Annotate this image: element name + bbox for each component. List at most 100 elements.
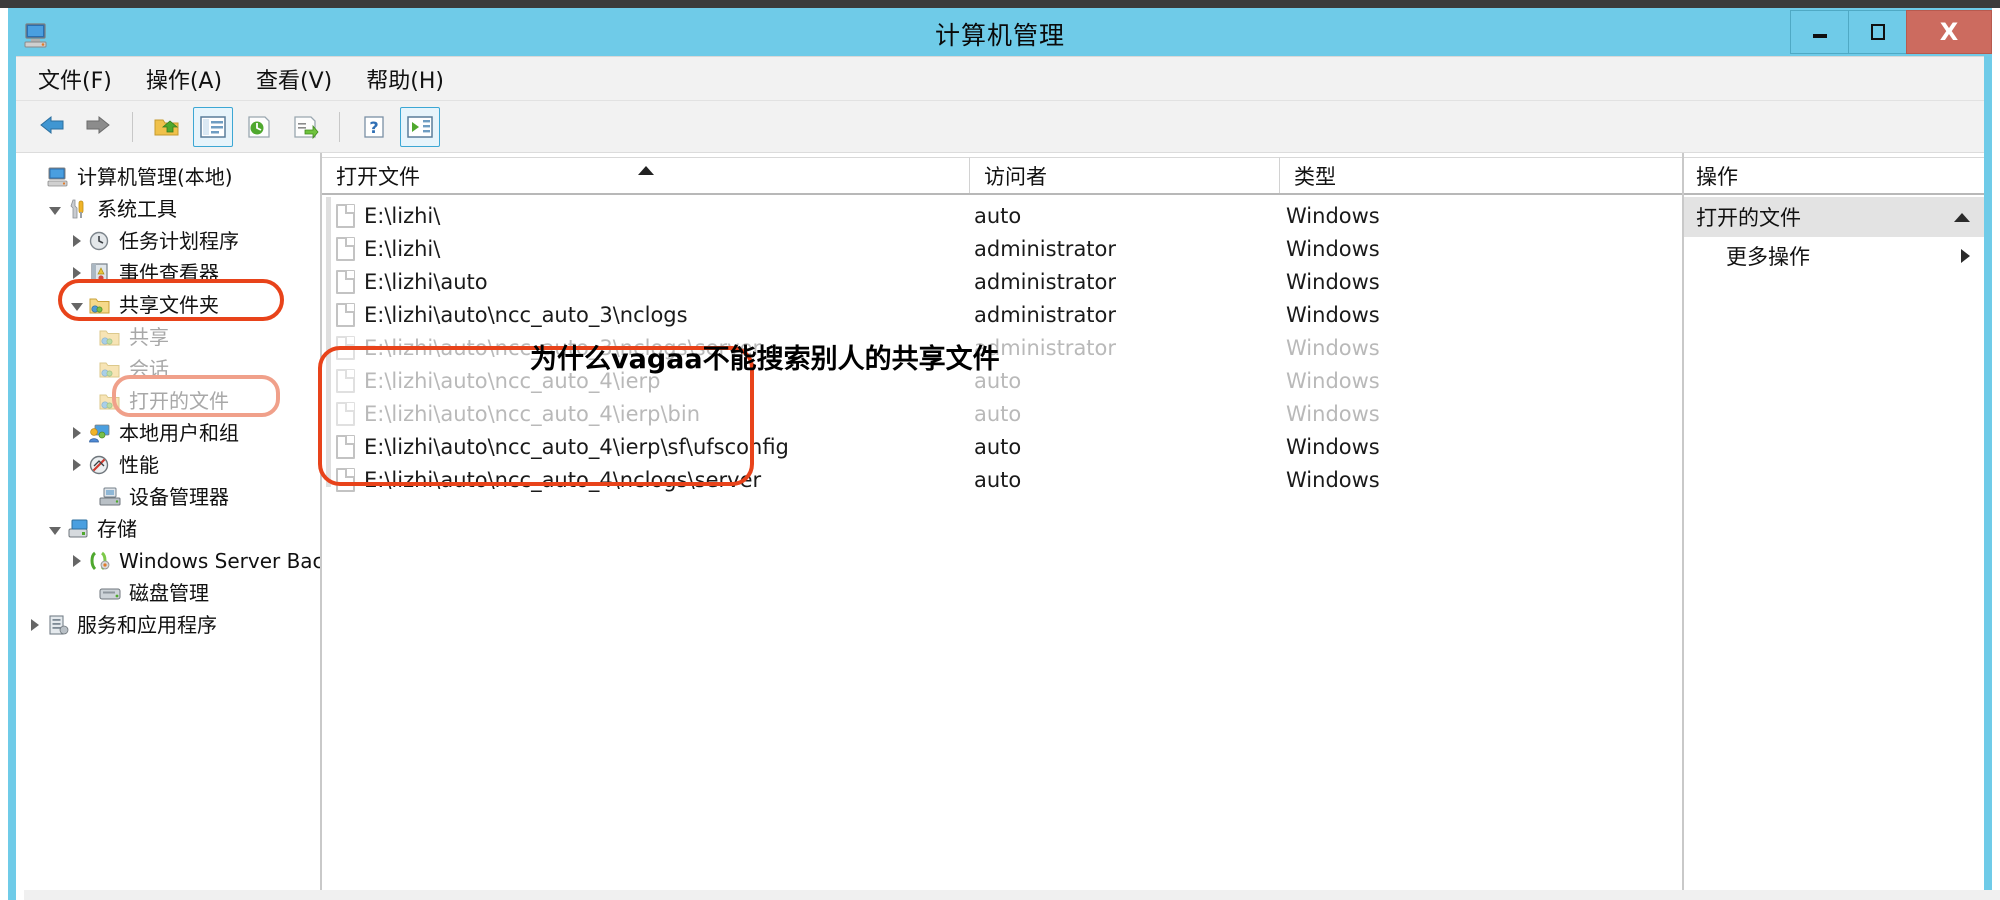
- backup-icon: [88, 550, 112, 572]
- tree-item-windows-server-backup[interactable]: Windows Server Back: [16, 545, 320, 577]
- export-list-icon[interactable]: [285, 107, 325, 147]
- computer-management-window: 计算机管理 X 文件(F) 操作(A) 查看(V) 帮助(H) ? 计算机管理(…: [8, 8, 2000, 900]
- file-icon: [336, 467, 355, 492]
- chevron-down-icon[interactable]: [68, 296, 86, 314]
- horizontal-scrollbar[interactable]: [24, 890, 2000, 900]
- column-header-accessed-by[interactable]: 访问者: [970, 157, 1280, 193]
- back-icon[interactable]: [32, 107, 72, 147]
- menu-help[interactable]: 帮助(H): [366, 63, 444, 95]
- show-hide-tree-icon[interactable]: [193, 106, 233, 147]
- tree-item-label: 共享文件夹: [119, 293, 219, 317]
- disk-icon: [98, 582, 122, 604]
- file-icon: [336, 368, 355, 393]
- file-icon: [336, 401, 355, 426]
- column-header-label: 访问者: [984, 164, 1047, 189]
- tree-item-shared-folders[interactable]: 共享文件夹: [16, 289, 320, 321]
- actions-pane: 操作 打开的文件 更多操作: [1684, 153, 1984, 900]
- file-icon: [336, 335, 355, 360]
- cell-accessed-by: administrator: [974, 236, 1117, 261]
- table-row[interactable]: E:\lizhi\ administrator Windows: [322, 232, 1682, 265]
- cell-open-file: E:\lizhi\: [322, 203, 970, 228]
- tree-item-event-viewer[interactable]: 事件查看器: [16, 257, 320, 289]
- column-header-type[interactable]: 类型: [1280, 157, 1682, 193]
- help-icon[interactable]: ?: [354, 107, 394, 147]
- file-icon: [336, 269, 355, 294]
- chevron-right-icon[interactable]: [68, 456, 86, 474]
- maximize-button[interactable]: [1848, 10, 1906, 54]
- chevron-right-icon[interactable]: [68, 264, 86, 282]
- chevron-right-icon[interactable]: [26, 616, 44, 634]
- toolbar-separator-1: [132, 111, 133, 142]
- menu-bar: 文件(F) 操作(A) 查看(V) 帮助(H): [16, 57, 1984, 101]
- tree-item-computer-management[interactable]: 计算机管理(本地): [16, 161, 320, 193]
- tree-item-sessions[interactable]: 会话: [16, 353, 320, 385]
- cell-accessed-by: auto: [974, 401, 1022, 426]
- cell-text: E:\lizhi\: [364, 203, 441, 228]
- chevron-down-icon[interactable]: [46, 520, 64, 538]
- tree-item-local-users-groups[interactable]: 本地用户和组: [16, 417, 320, 449]
- performance-icon: [88, 454, 112, 476]
- overlay-caption: 为什么vagaa不能搜索别人的共享文件: [530, 344, 1000, 375]
- cell-open-file: E:\lizhi\: [322, 236, 970, 261]
- services-icon: [46, 614, 70, 636]
- cell-type: Windows: [1286, 236, 1380, 261]
- action-more-actions[interactable]: 更多操作: [1684, 237, 1984, 275]
- tree-item-system-tools[interactable]: 系统工具: [16, 193, 320, 225]
- console-tree-pane: 计算机管理(本地) 系统工具 任务计划程序 事件查看器 共享文件夹 共享 会话 …: [16, 153, 322, 900]
- tree-item-performance[interactable]: 性能: [16, 449, 320, 481]
- cell-text: E:\lizhi\auto\ncc_auto_3\nclogs: [364, 302, 688, 327]
- tree-item-storage[interactable]: 存储: [16, 513, 320, 545]
- file-icon: [336, 434, 355, 459]
- chevron-right-icon[interactable]: [68, 232, 86, 250]
- chevron-up-icon[interactable]: [1954, 212, 1970, 222]
- show-action-pane-icon[interactable]: [400, 106, 440, 147]
- minimize-button[interactable]: [1790, 10, 1848, 54]
- tree-item-services-applications[interactable]: 服务和应用程序: [16, 609, 320, 641]
- list-column-headers: 打开文件 访问者 类型: [322, 157, 1682, 195]
- tree-item-task-scheduler[interactable]: 任务计划程序: [16, 225, 320, 257]
- close-button[interactable]: X: [1906, 10, 1992, 54]
- tree-item-device-manager[interactable]: 设备管理器: [16, 481, 320, 513]
- cell-open-file: E:\lizhi\auto: [322, 269, 970, 294]
- device-manager-icon: [98, 486, 122, 508]
- column-header-label: 打开文件: [336, 164, 420, 189]
- cell-accessed-by: auto: [974, 203, 1022, 228]
- table-row[interactable]: E:\lizhi\auto\ncc_auto_4\nclogs\server a…: [322, 463, 1682, 496]
- forward-icon[interactable]: [78, 107, 118, 147]
- table-row[interactable]: E:\lizhi\auto\ncc_auto_4\ierp\sf\ufsconf…: [322, 430, 1682, 463]
- table-row[interactable]: E:\lizhi\auto administrator Windows: [322, 265, 1682, 298]
- refresh-icon[interactable]: [239, 107, 279, 147]
- chevron-right-icon[interactable]: [68, 424, 86, 442]
- menu-view[interactable]: 查看(V): [256, 63, 332, 95]
- shared-folder-icon: [98, 390, 122, 412]
- column-header-open-file[interactable]: 打开文件: [322, 157, 970, 193]
- table-row[interactable]: E:\lizhi\auto\ncc_auto_3\nclogs\server a…: [322, 331, 1682, 364]
- tree-item-label: 会话: [129, 357, 169, 381]
- tree-item-label: 本地用户和组: [119, 421, 239, 445]
- cell-type: Windows: [1286, 368, 1380, 393]
- toolbar: ?: [16, 101, 1984, 153]
- menu-action[interactable]: 操作(A): [146, 63, 222, 95]
- tree-item-label: 存储: [97, 517, 137, 541]
- open-files-list-pane: 打开文件 访问者 类型 E:\lizhi\ auto Windows E:\li…: [318, 153, 1684, 900]
- tree-item-label: 设备管理器: [129, 485, 229, 509]
- table-row[interactable]: E:\lizhi\auto\ncc_auto_3\nclogs administ…: [322, 298, 1682, 331]
- table-row[interactable]: E:\lizhi\auto\ncc_auto_4\ierp auto Windo…: [322, 364, 1682, 397]
- sort-ascending-icon: [637, 166, 654, 175]
- window-controls: X: [1790, 10, 1992, 54]
- actions-group-open-files[interactable]: 打开的文件: [1684, 197, 1984, 237]
- clock-icon: [88, 230, 112, 252]
- chevron-down-icon[interactable]: [46, 200, 64, 218]
- chevron-right-icon[interactable]: [68, 552, 86, 570]
- tree-item-open-files[interactable]: 打开的文件: [16, 385, 320, 417]
- list-left-rail: [326, 197, 331, 487]
- cell-open-file: E:\lizhi\auto\ncc_auto_4\ierp\bin: [322, 401, 970, 426]
- up-folder-icon[interactable]: [147, 107, 187, 147]
- table-row[interactable]: E:\lizhi\auto\ncc_auto_4\ierp\bin auto W…: [322, 397, 1682, 430]
- actions-group-label: 打开的文件: [1696, 206, 1801, 230]
- file-icon: [336, 203, 355, 228]
- table-row[interactable]: E:\lizhi\ auto Windows: [322, 199, 1682, 232]
- tree-item-shares[interactable]: 共享: [16, 321, 320, 353]
- tree-item-disk-management[interactable]: 磁盘管理: [16, 577, 320, 609]
- menu-file[interactable]: 文件(F): [38, 63, 112, 95]
